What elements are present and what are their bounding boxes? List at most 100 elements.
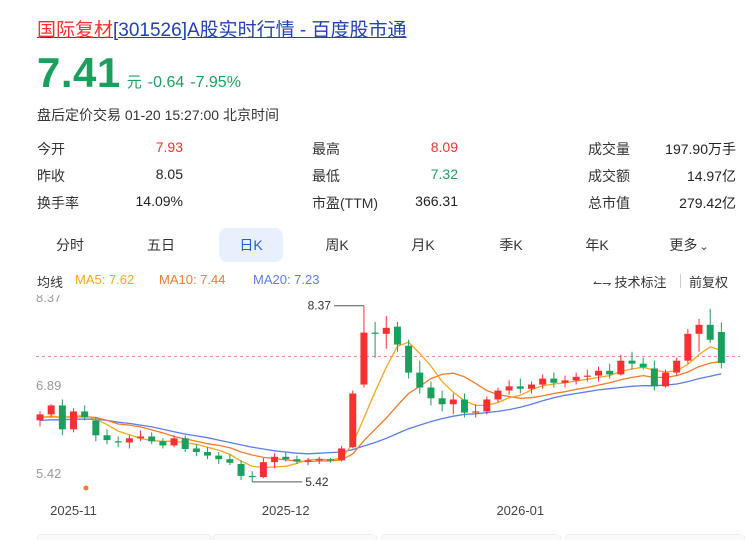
candle-body bbox=[304, 460, 312, 462]
price-change-pct: -7.95% bbox=[190, 74, 241, 91]
label-layer: 8.37 5.42 bbox=[83, 299, 364, 491]
y-tick-label: 6.89 bbox=[36, 378, 61, 393]
bottom-card-1[interactable] bbox=[37, 534, 212, 540]
candle-body bbox=[617, 360, 625, 375]
bottom-card-4[interactable] bbox=[565, 534, 745, 540]
pe-value: 366.31 bbox=[415, 193, 458, 209]
tab-yearly-k[interactable]: 年K bbox=[569, 228, 625, 262]
candle-body bbox=[606, 370, 614, 375]
low-label: 最低 bbox=[312, 168, 340, 184]
candle-body bbox=[248, 475, 256, 478]
kline-chart[interactable]: 8.37 6.89 5.42 2025-11 2025-12 2026-01 8.37 5.… bbox=[0, 295, 750, 525]
ma10-line bbox=[39, 360, 722, 463]
candle-body bbox=[483, 399, 491, 412]
candle-body bbox=[460, 399, 468, 413]
candle-body bbox=[137, 436, 145, 439]
event-marker-dot bbox=[83, 485, 89, 491]
bottom-card-2[interactable] bbox=[212, 534, 377, 540]
candle-body bbox=[226, 459, 234, 463]
open-label: 今开 bbox=[37, 141, 65, 157]
candle-body bbox=[684, 333, 692, 361]
candle-body bbox=[326, 459, 334, 461]
candle-body bbox=[505, 386, 513, 391]
candle-body bbox=[125, 438, 133, 443]
pe-label: 市盈(TTM) bbox=[312, 195, 379, 211]
candle-body bbox=[550, 378, 558, 383]
candle-body bbox=[539, 378, 547, 385]
amount-label: 成交额 bbox=[588, 168, 630, 184]
candle-body bbox=[36, 414, 44, 421]
candle-body bbox=[405, 345, 413, 373]
candle-body bbox=[416, 372, 424, 388]
ma5-legend: MA5: 7.62 bbox=[75, 272, 135, 287]
prev-close-label: 昨收 bbox=[37, 168, 65, 184]
tab-five-day[interactable]: 五日 bbox=[133, 228, 189, 262]
mktcap-value: 279.42亿 bbox=[679, 195, 736, 211]
forward-adjust-button[interactable]: 前复权 bbox=[689, 272, 728, 291]
price-unit: 元 bbox=[126, 74, 142, 91]
candle-body bbox=[338, 448, 346, 461]
candle-body bbox=[114, 441, 122, 443]
technical-annotation-label: 技术标注 bbox=[614, 275, 667, 290]
candle-body bbox=[427, 387, 435, 399]
bottom-card-3[interactable] bbox=[381, 534, 561, 540]
tab-monthly-k[interactable]: 月K bbox=[395, 228, 451, 262]
price-row: 7.41 元 -0.64 -7.95% bbox=[37, 51, 241, 95]
stock-name[interactable]: 国际复材 bbox=[37, 20, 113, 41]
candle-body bbox=[393, 326, 401, 345]
candle-body bbox=[561, 380, 569, 383]
page-title-link[interactable]: 国际复材[301526]A股实时行情 - 百度股市通 bbox=[37, 15, 407, 42]
tab-daily-k[interactable]: 日K bbox=[219, 228, 283, 262]
annotation-icon: ↼⇁ bbox=[593, 278, 612, 290]
candle-body bbox=[204, 452, 212, 456]
x-tick-label: 2026-01 bbox=[496, 503, 544, 518]
amount-value: 14.97亿 bbox=[686, 168, 736, 184]
tab-more-label: 更多 bbox=[669, 237, 698, 253]
candle-body bbox=[259, 462, 267, 478]
open-value: 7.93 bbox=[155, 139, 183, 155]
candle-body bbox=[595, 370, 602, 376]
price-change: -0.64 bbox=[147, 74, 185, 91]
volume-label: 成交量 bbox=[588, 141, 630, 157]
current-price: 7.41 bbox=[37, 49, 121, 96]
ma20-line bbox=[39, 373, 722, 455]
chevron-down-icon: ⌄ bbox=[699, 241, 709, 253]
candle-body bbox=[673, 360, 681, 373]
x-tick-label: 2025-12 bbox=[262, 503, 310, 518]
tab-more[interactable]: 更多 ⌄ bbox=[659, 228, 719, 262]
tab-intraday[interactable]: 分时 bbox=[42, 228, 98, 262]
candle-body bbox=[70, 411, 78, 430]
ma-legend-label: 均线 bbox=[37, 275, 64, 290]
candle-body bbox=[382, 327, 390, 334]
title-rest[interactable]: [301526]A股实时行情 - 百度股市通 bbox=[113, 20, 407, 41]
candle-body bbox=[360, 332, 368, 385]
candle-body bbox=[181, 438, 189, 450]
candle-body bbox=[282, 456, 290, 460]
tab-quarterly-k[interactable]: 季K bbox=[483, 228, 539, 262]
min-price-label: 5.42 bbox=[305, 475, 329, 489]
candle-body bbox=[572, 376, 580, 381]
candle-body bbox=[103, 435, 111, 441]
ma10-legend: MA10: 7.44 bbox=[159, 272, 226, 287]
mktcap-label: 总市值 bbox=[588, 195, 630, 211]
candle-body bbox=[192, 448, 200, 453]
candle-body bbox=[639, 363, 647, 368]
candle-body bbox=[47, 405, 55, 415]
prev-close-value: 8.05 bbox=[155, 166, 183, 182]
tab-weekly-k[interactable]: 周K bbox=[309, 228, 365, 262]
ma20-legend: MA20: 7.23 bbox=[253, 272, 320, 287]
candle-body bbox=[92, 420, 100, 436]
y-tick-label: 8.37 bbox=[36, 295, 61, 305]
technical-annotation-button[interactable]: ↼⇁ 技术标注 bbox=[593, 272, 666, 291]
candle-body bbox=[717, 332, 725, 364]
volume-value: 197.90万手 bbox=[665, 141, 736, 157]
candle-body bbox=[170, 438, 178, 446]
max-price-label: 8.37 bbox=[308, 299, 332, 313]
trade-status-time: 盘后定价交易 01-20 15:27:00 北京时间 bbox=[37, 107, 279, 123]
candle-body bbox=[695, 324, 703, 334]
candle-body bbox=[706, 324, 714, 340]
x-tick-label: 2025-11 bbox=[50, 503, 97, 518]
candle-body bbox=[494, 390, 502, 400]
turnover-label: 换手率 bbox=[37, 195, 79, 211]
candle-body bbox=[215, 455, 223, 460]
